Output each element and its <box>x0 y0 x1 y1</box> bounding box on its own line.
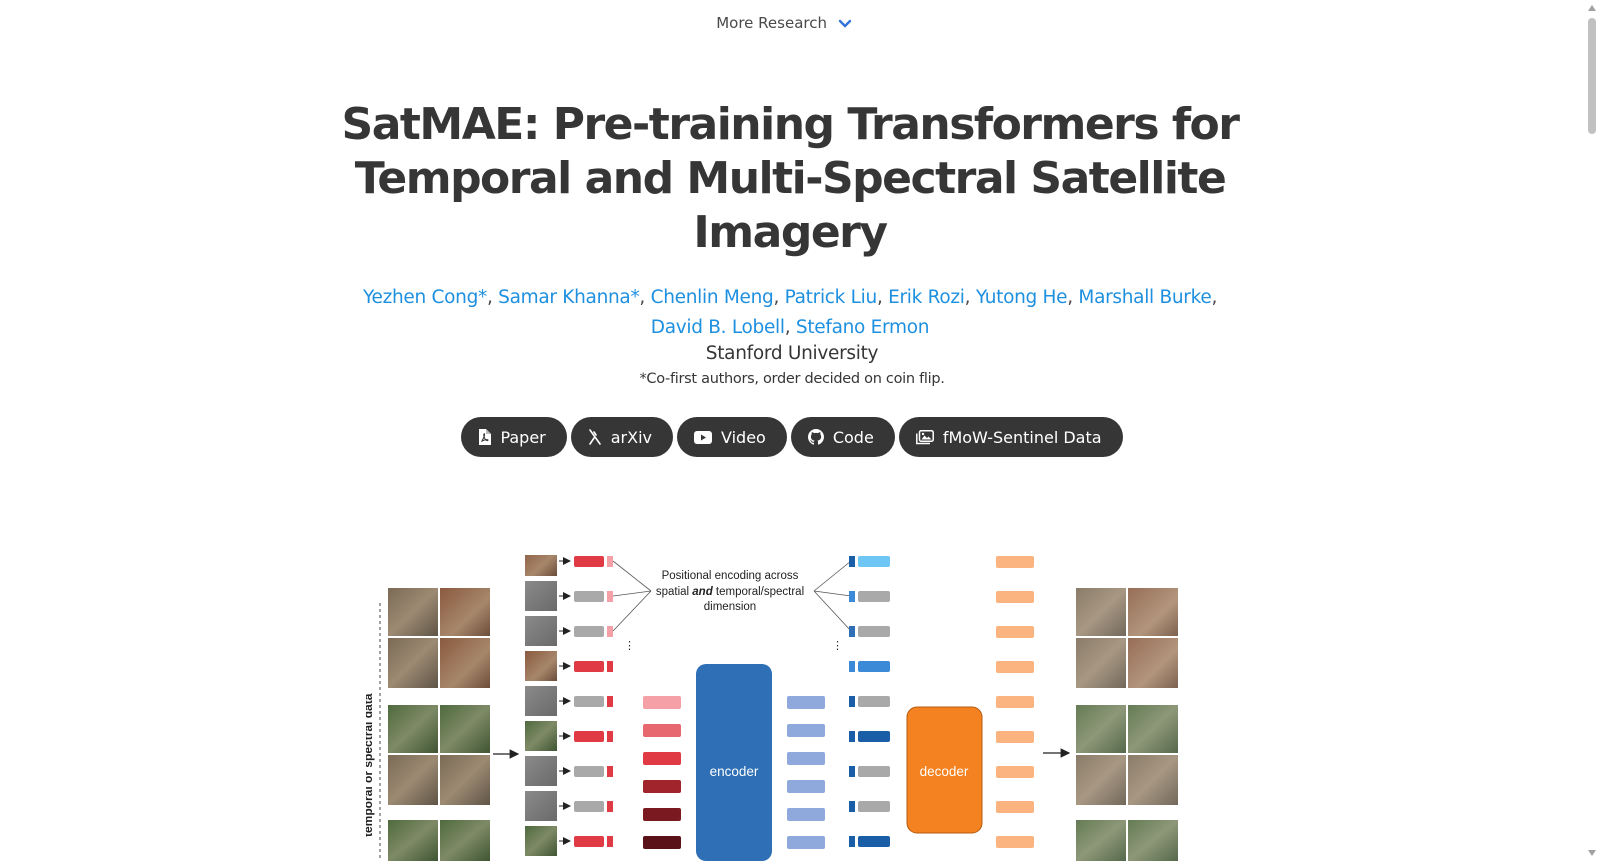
scroll-up-arrow-icon[interactable] <box>1588 5 1596 11</box>
positional-encoding-line3: dimension <box>704 601 756 613</box>
file-pdf-icon <box>479 429 492 445</box>
encoder-label: encoder <box>710 764 759 779</box>
scroll-down-arrow-icon[interactable] <box>1588 850 1596 856</box>
page-title: SatMAE: Pre-training Transformers for Te… <box>341 99 1240 258</box>
github-icon <box>807 429 824 445</box>
author-link[interactable]: Patrick Liu <box>785 287 878 308</box>
patch-column <box>525 555 557 856</box>
youtube-icon <box>694 430 713 444</box>
scrollbar-thumb[interactable] <box>1588 18 1596 134</box>
author-link[interactable]: Marshall Burke <box>1078 287 1211 308</box>
author-link[interactable]: Samar Khanna* <box>498 287 640 308</box>
paper-label: Paper <box>500 427 546 447</box>
axis-label: temporal or spectral data <box>366 693 375 837</box>
reconstructed-image-grid <box>1076 588 1178 861</box>
more-research-label: More Research <box>716 14 827 32</box>
architecture-figure: temporal or spectral data ⋮ Positional e… <box>366 555 1206 861</box>
paper-button[interactable]: Paper <box>461 417 567 457</box>
code-label: Code <box>832 427 874 447</box>
fmow-sentinel-data-label: fMoW-Sentinel Data <box>942 427 1102 447</box>
images-icon <box>915 429 934 444</box>
input-tokens <box>559 556 613 847</box>
positional-encoding-line1: Positional encoding across <box>662 570 799 582</box>
author-7: Marshall Burke, <box>1078 287 1218 308</box>
positional-encoding-line2: spatial and temporal/spectral <box>656 586 804 598</box>
author-list: Yezhen Cong*, Samar Khanna*, Chenlin Men… <box>340 283 1240 343</box>
author-2: Samar Khanna*, <box>498 287 651 308</box>
decoder-label: decoder <box>920 764 969 779</box>
author-4: Patrick Liu, <box>784 287 889 308</box>
more-research-menu[interactable]: More Research <box>0 14 1568 33</box>
link-buttons: Paper arXiv Video Code fMoW-Sentinel Dat… <box>0 417 1584 457</box>
visible-tokens <box>643 696 681 849</box>
arxiv-icon <box>588 428 601 445</box>
fmow-sentinel-data-button[interactable]: fMoW-Sentinel Data <box>898 417 1123 457</box>
author-9: Stefano Ermon <box>796 317 930 338</box>
code-button[interactable]: Code <box>790 417 895 457</box>
author-link[interactable]: David B. Lobell <box>651 317 785 338</box>
arxiv-label: arXiv <box>610 427 653 447</box>
video-label: Video <box>721 427 766 447</box>
decoder-output-tokens <box>996 556 1034 848</box>
author-6: Yutong He, <box>975 287 1079 308</box>
svg-text:⋮: ⋮ <box>832 640 843 652</box>
author-link[interactable]: Yezhen Cong* <box>363 287 487 308</box>
author-link[interactable]: Stefano Ermon <box>796 317 930 338</box>
affiliation: Stanford University <box>705 343 879 364</box>
scrollbar[interactable] <box>1584 0 1600 861</box>
author-5: Erik Rozi, <box>888 287 976 308</box>
author-8: David B. Lobell, <box>650 317 796 338</box>
author-3: Chenlin Meng, <box>650 287 785 308</box>
svg-text:⋮: ⋮ <box>624 640 635 652</box>
chevron-down-icon <box>838 15 852 33</box>
author-link[interactable]: Erik Rozi <box>888 287 965 308</box>
arxiv-button[interactable]: arXiv <box>570 417 674 457</box>
encoded-tokens <box>787 696 825 849</box>
encoder-block <box>696 664 772 861</box>
co-first-note: *Co-first authors, order decided on coin… <box>639 371 945 387</box>
decoder-input-tokens <box>849 556 890 847</box>
input-image-grid <box>388 588 490 861</box>
author-link[interactable]: Chenlin Meng <box>651 287 774 308</box>
author-1: Yezhen Cong*, <box>362 287 499 308</box>
video-button[interactable]: Video <box>677 417 787 457</box>
author-link[interactable]: Yutong He <box>976 287 1068 308</box>
